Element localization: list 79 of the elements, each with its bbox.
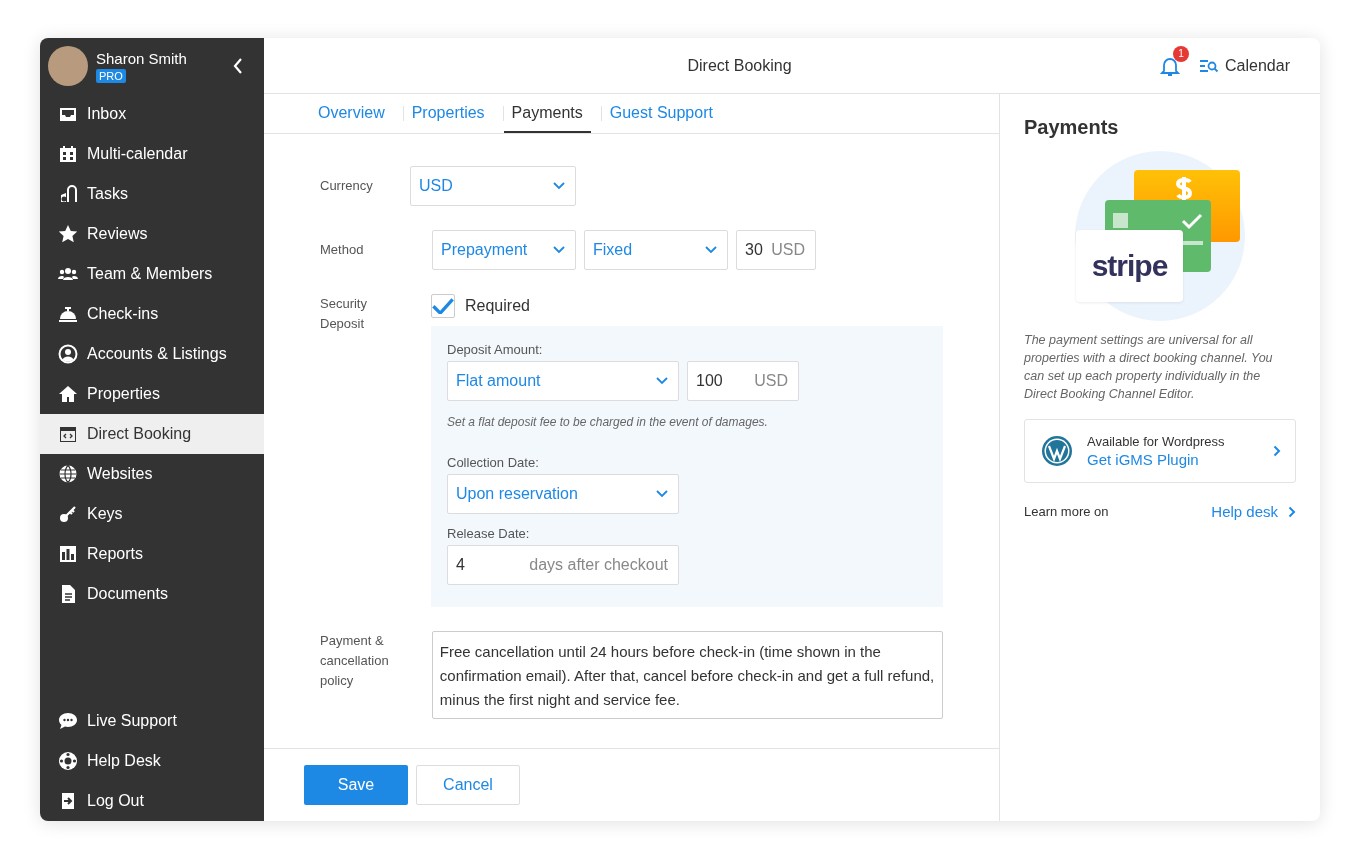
vacuum-icon	[58, 184, 78, 204]
chevron-down-icon	[656, 377, 668, 385]
payment-logo: stripe	[1091, 249, 1168, 283]
field-label: Release Date:	[447, 526, 531, 541]
sidebar-item[interactable]: Help Desk	[40, 741, 264, 781]
dropdown[interactable]: Fixed	[584, 230, 728, 270]
chevron-right-icon	[1288, 505, 1296, 518]
dollar-icon	[1174, 176, 1194, 202]
checkbox-box[interactable]	[431, 294, 455, 318]
sidebar-item[interactable]: Live Support	[40, 701, 264, 741]
sidebar-item[interactable]: Check-ins	[40, 294, 264, 334]
sidebar-item[interactable]: Team & Members	[40, 254, 264, 294]
dropdown[interactable]: Upon reservation	[447, 474, 679, 514]
sidebar-item[interactable]: Multi-calendar	[40, 134, 264, 174]
policy-text-field[interactable]: Free cancellation until 24 hours before check-in (time shown in the confirmation email). After that, cancel before check-in and get a full refund, minus the first night and service fee.	[431, 631, 943, 719]
house-icon	[58, 384, 78, 404]
chat-bubble-icon	[58, 711, 78, 731]
chevron-right-icon	[1273, 445, 1281, 457]
plan-badge: PRO	[96, 68, 126, 83]
tab[interactable]: Guest Support	[601, 94, 721, 133]
dropdown[interactable]: Flat amount	[447, 361, 679, 401]
bar-chart-icon	[58, 544, 78, 564]
sidebar-item[interactable]: Tasks	[40, 174, 264, 214]
checkbox-label: Required	[465, 297, 530, 315]
user-circle-icon	[58, 344, 78, 364]
learn-more-text: Learn more on	[1024, 504, 1109, 519]
calendar-icon	[58, 144, 78, 164]
notification-badge: 1	[1173, 45, 1190, 62]
description-text: The payment settings are universal for all properties with a direct booking channel. You can set up each property individually in the Direct Booking Channel Editor.	[1024, 332, 1274, 403]
sidebar-item[interactable]: Reports	[40, 534, 264, 574]
panel-title: Payments	[1024, 116, 1120, 139]
lifebuoy-icon	[58, 751, 78, 771]
chevron-down-icon	[553, 182, 565, 190]
amount-field[interactable]: 100 USD	[687, 361, 799, 401]
cancel-button[interactable]: Cancel	[416, 765, 520, 805]
field-label: Collection Date:	[447, 455, 540, 470]
check-icon	[432, 297, 454, 315]
field-label: Currency	[320, 177, 374, 195]
sidebar-item[interactable]: Properties	[40, 374, 264, 414]
field-label: Security Deposit	[320, 295, 368, 333]
browser-code-icon	[58, 424, 78, 444]
field-label: Method	[320, 241, 365, 259]
service-bell-icon	[58, 304, 78, 324]
dropdown[interactable]: USD	[410, 166, 576, 206]
plugin-link[interactable]: Get iGMS Plugin	[1087, 451, 1259, 468]
star-icon	[58, 224, 78, 244]
sidebar-item[interactable]: Reviews	[40, 214, 264, 254]
chevron-down-icon	[656, 490, 668, 498]
sidebar-item[interactable]: Log Out	[40, 781, 264, 821]
field-label: Payment & cancellation policy	[320, 632, 390, 690]
amount-field[interactable]: 30 USD	[736, 230, 816, 270]
plugin-card[interactable]: Available for Wordpress Get iGMS Plugin	[1024, 419, 1296, 483]
collapse-chevron-icon	[232, 57, 244, 75]
page-title: Direct Booking	[686, 56, 793, 75]
avatar-placeholder	[48, 46, 88, 86]
globe-icon	[58, 464, 78, 484]
days-field[interactable]: 4 days after checkout	[447, 545, 679, 585]
list-search-icon	[1199, 57, 1220, 74]
calendar-button[interactable]: Calendar	[1199, 56, 1290, 75]
key-icon	[58, 504, 78, 524]
save-button[interactable]: Save	[304, 765, 408, 805]
plugin-caption: Available for Wordpress	[1087, 434, 1226, 449]
tab[interactable]: Payments	[503, 94, 591, 133]
sidebar-item[interactable]: Direct Booking	[40, 414, 264, 454]
sidebar-item[interactable]: Websites	[40, 454, 264, 494]
wordpress-logo-icon	[1041, 435, 1073, 467]
sidebar-item[interactable]: Documents	[40, 574, 264, 614]
sidebar-item[interactable]: Keys	[40, 494, 264, 534]
help-desk-link[interactable]: Help desk	[1211, 503, 1296, 520]
chevron-down-icon	[705, 246, 717, 254]
hint-text: Set a flat deposit fee to be charged in the event of damages.	[447, 415, 769, 429]
field-label: Deposit Amount:	[447, 342, 544, 357]
user-name: Sharon Smith	[96, 49, 188, 67]
dropdown[interactable]: Prepayment	[432, 230, 576, 270]
sidebar-item[interactable]: Inbox	[40, 94, 264, 134]
tab[interactable]: Properties	[403, 94, 493, 133]
sidebar-item[interactable]: Accounts & Listings	[40, 334, 264, 374]
tab[interactable]: Overview	[310, 94, 393, 133]
chevron-down-icon	[553, 246, 565, 254]
